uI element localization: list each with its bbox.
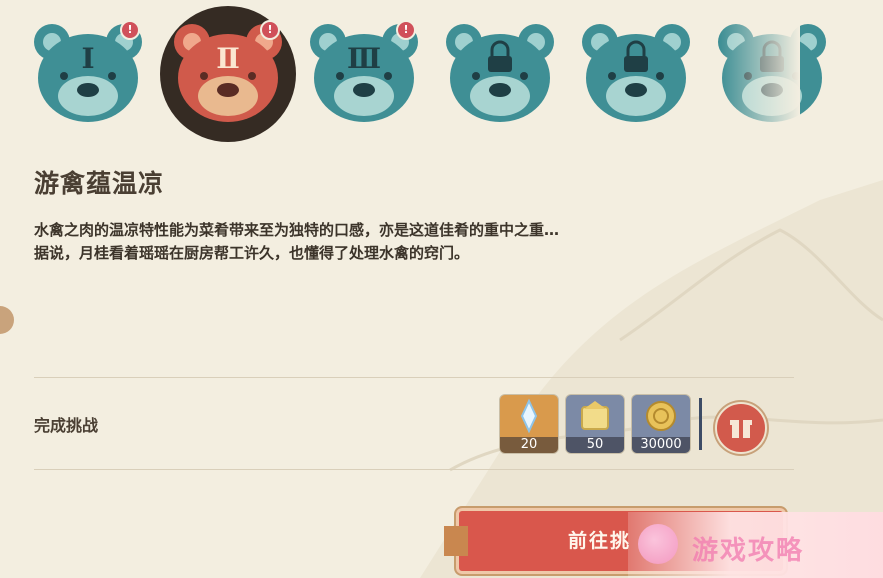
stage-3-button[interactable]: Ⅲ !: [306, 16, 422, 128]
go-button-label: 前往挑: [568, 530, 632, 552]
hero-wit-icon: [581, 401, 609, 430]
reward-quantity: 50: [566, 437, 624, 453]
divider: [34, 377, 794, 378]
gift-icon: [730, 420, 752, 438]
stage-4-button[interactable]: [442, 16, 558, 128]
bear-icon: [446, 24, 554, 122]
reward-separator: [699, 398, 702, 450]
reward-quantity: 20: [500, 437, 558, 453]
bear-icon: [582, 24, 690, 122]
challenge-label: 完成挑战: [34, 416, 99, 435]
gift-button[interactable]: [715, 402, 767, 454]
reward-primogem[interactable]: 20: [499, 394, 559, 454]
mora-icon: [646, 401, 676, 431]
dish-description: 水禽之肉的温凉特性能为菜肴带来至为独特的口感，亦是这道佳肴的重中之重… 据说，月…: [34, 219, 774, 265]
alert-badge: !: [396, 20, 416, 40]
alert-badge: !: [120, 20, 140, 40]
watermark-text: 游戏攻略: [692, 536, 805, 566]
divider: [34, 469, 794, 470]
watermark-logo: [638, 524, 678, 564]
stage-numeral: Ⅲ: [347, 42, 381, 75]
scroll-fade: [720, 10, 800, 140]
reward-quantity: 30000: [632, 437, 690, 453]
description-line-1: 水禽之肉的温凉特性能为菜肴带来至为独特的口感，亦是这道佳肴的重中之重…: [34, 221, 560, 239]
stage-1-button[interactable]: Ⅰ !: [30, 16, 146, 128]
alert-badge: !: [260, 20, 280, 40]
stage-5-button[interactable]: [578, 16, 694, 128]
reward-hero-wit[interactable]: 50: [565, 394, 625, 454]
primogem-icon: [520, 398, 538, 434]
dish-title: 游禽蕴温凉: [34, 169, 165, 198]
stage-numeral: Ⅱ: [216, 42, 240, 75]
button-ornament: [444, 526, 468, 556]
watermark: 游戏攻略: [628, 512, 883, 578]
stage-numeral: Ⅰ: [81, 42, 94, 75]
reward-mora[interactable]: 30000: [631, 394, 691, 454]
stage-selector: Ⅰ ! Ⅱ ! Ⅲ !: [30, 6, 826, 142]
stage-2-button[interactable]: Ⅱ !: [160, 6, 296, 142]
description-line-2: 据说，月桂看着瑶瑶在厨房帮工许久，也懂得了处理水禽的窍门。: [34, 244, 470, 262]
